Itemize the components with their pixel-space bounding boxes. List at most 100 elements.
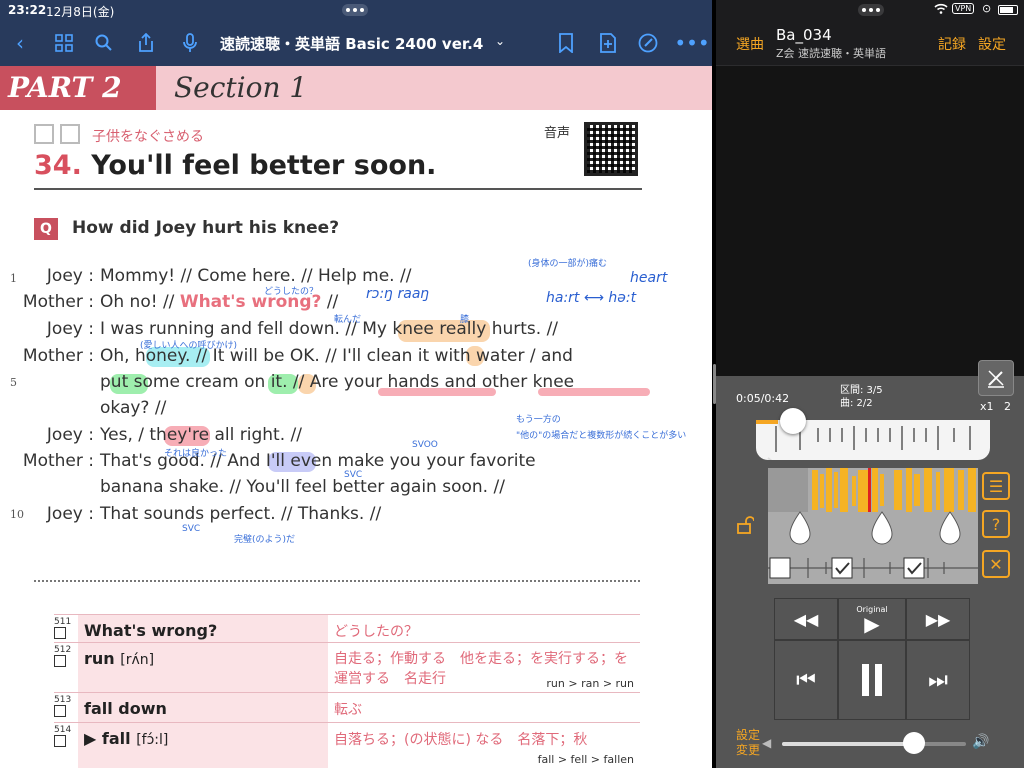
multitask-dots[interactable] xyxy=(858,4,884,16)
wifi-icon xyxy=(934,3,948,17)
ebook-pane: 23:22 12月8日(金) ‹ 速読速聴・英単語 Basic 2400 ver… xyxy=(0,0,712,768)
line-text: // xyxy=(321,292,339,312)
speaker: Joey : xyxy=(46,266,94,286)
vocab-word-text: What's wrong? xyxy=(84,621,218,640)
volume-high-icon: 🔊 xyxy=(972,734,990,750)
status-bar: 23:22 12月8日(金) xyxy=(0,0,712,20)
track-name: Ba_034 xyxy=(776,26,832,44)
vocab-word-text: run xyxy=(84,649,115,668)
close-icon[interactable]: ✕ xyxy=(982,550,1010,578)
vocab-row: 513 fall down 転ぶ xyxy=(54,692,640,722)
document-title[interactable]: 速読速聴・英単語 Basic 2400 ver.4 xyxy=(220,33,483,54)
annotation: 完璧(のよう)だ xyxy=(234,535,296,545)
line-text: Oh no! // xyxy=(100,292,180,312)
check-box[interactable] xyxy=(60,124,80,144)
line-text: Yes, / they're all right. // xyxy=(100,425,302,445)
check-box[interactable] xyxy=(34,124,54,144)
transport-controls: ◀◀ Original ▶ ▶▶ ⏮ ⏭ xyxy=(774,598,970,720)
title-rule xyxy=(34,188,642,190)
previous-track-icon[interactable]: ⏮ xyxy=(774,640,838,720)
playback-time: 0:05/0:42 xyxy=(736,392,790,405)
status-date: 12月8日(金) xyxy=(46,5,115,19)
unlock-icon[interactable] xyxy=(736,516,755,539)
lyrics-area xyxy=(716,66,1024,376)
annotation: もう一方の xyxy=(516,415,561,425)
volume-slider[interactable] xyxy=(782,742,966,746)
multitask-dots[interactable] xyxy=(342,4,368,16)
lesson-subtitle: 子供をなぐさめる xyxy=(92,129,204,145)
song-count: 曲: 2/2 xyxy=(840,398,873,409)
handwritten-note: rɔ:ŋ raaŋ xyxy=(366,286,430,302)
voice-icon[interactable] xyxy=(178,31,202,55)
next-track-icon[interactable]: ⏭ xyxy=(906,640,970,720)
pause-icon[interactable] xyxy=(838,640,906,720)
vocab-number: 514 xyxy=(54,725,72,735)
check-box[interactable] xyxy=(54,705,66,717)
play-icon: ▶ xyxy=(864,611,880,636)
vocab-number: 513 xyxy=(54,695,72,705)
vocab-word-text: ▶ fall xyxy=(84,729,131,748)
check-box[interactable] xyxy=(54,735,66,747)
vocab-word: run [rʌ́n] xyxy=(84,649,154,668)
dialogue-line: Mother : Oh, honey. // It will be OK. // … xyxy=(0,346,573,366)
list-menu-icon[interactable]: ☰ xyxy=(982,472,1010,500)
dialogue-line: Joey : I was running and fell down. // My… xyxy=(0,319,558,339)
question-badge: Q xyxy=(34,218,58,240)
back-icon[interactable]: ‹ xyxy=(8,31,32,55)
question-text: How did Joey hurt his knee? xyxy=(72,218,340,238)
section-count: 区間: 3/5 xyxy=(840,385,883,396)
vocab-meaning: どうしたの？ xyxy=(334,624,418,640)
edit-icon[interactable] xyxy=(978,360,1014,396)
volume-knob[interactable] xyxy=(903,732,926,754)
part-header: PART 2 Section 1 xyxy=(0,66,712,110)
position-knob[interactable] xyxy=(780,408,806,434)
status-bar: VPN ⊙ xyxy=(716,0,1024,20)
select-track-button[interactable]: 選曲 xyxy=(736,34,764,54)
original-play-button[interactable]: Original ▶ xyxy=(838,598,906,640)
dialogue-line: okay? // xyxy=(0,398,166,418)
vocab-word-text: fall down xyxy=(84,699,167,718)
speaker: Joey : xyxy=(46,425,94,445)
player-header: 選曲 Ba_034 Z会 速読速聴・英単語 記録 設定 xyxy=(716,20,1024,66)
setting-change-button[interactable]: 設定 変更 xyxy=(736,728,760,758)
line-text: banana shake. // You'll feel better agai… xyxy=(100,477,505,497)
vocab-row: 514 ▶ fall [fɔ́:l] 自落ちる；(の状態に) なる 名落下；秋 … xyxy=(54,722,640,768)
waveform-view[interactable] xyxy=(768,468,978,584)
annotation: 膝 xyxy=(460,315,470,325)
vocab-number: 512 xyxy=(54,645,72,655)
bookmark-icon[interactable] xyxy=(554,31,578,55)
part-label: PART 2 xyxy=(0,66,156,110)
speaker: Joey : xyxy=(46,504,94,524)
annotation: "他の"の場合だと複数形が続くことが多い xyxy=(516,431,687,441)
annotation: SVC xyxy=(344,470,363,480)
record-button[interactable]: 記録 xyxy=(938,34,966,54)
line-text: I was running and fell down. // My knee … xyxy=(100,319,559,339)
lesson-title: 34. You'll feel better soon. xyxy=(34,150,436,181)
dialogue-line: Mother : That's good. // And I'll even ma… xyxy=(0,451,536,471)
speed-indicator[interactable]: x1 2 xyxy=(980,400,1011,413)
search-icon[interactable] xyxy=(92,31,116,55)
dialogue-line: put some cream on it. // Are your hands … xyxy=(0,372,574,392)
annotation: (身体の一部が)痛む xyxy=(528,259,608,269)
lesson-number: 34. xyxy=(34,150,82,181)
check-box[interactable] xyxy=(54,655,66,667)
chevron-down-icon[interactable]: ⌄ xyxy=(495,34,505,48)
line-text: That sounds perfect. // Thanks. // xyxy=(100,504,382,524)
markup-icon[interactable] xyxy=(636,31,660,55)
check-box[interactable] xyxy=(54,627,66,639)
vocab-number: 511 xyxy=(54,617,72,627)
thumbnails-icon[interactable] xyxy=(52,31,76,55)
rewind-icon[interactable]: ◀◀ xyxy=(774,598,838,640)
help-icon[interactable]: ? xyxy=(982,510,1010,538)
add-page-icon[interactable] xyxy=(596,31,620,55)
more-icon[interactable]: ••• xyxy=(674,31,709,55)
share-icon[interactable] xyxy=(134,31,158,55)
fast-forward-icon[interactable]: ▶▶ xyxy=(906,598,970,640)
vocab-meaning: 自落ちる；(の状態に) なる 名落下；秋 xyxy=(334,732,588,748)
reader-toolbar: ‹ 速読速聴・英単語 Basic 2400 ver.4 ⌄ ••• xyxy=(0,20,712,66)
line-text: Mommy! // Come here. // Help me. // xyxy=(100,266,412,286)
settings-button[interactable]: 設定 xyxy=(978,34,1006,54)
annotation: (愛しい人への呼びかけ) xyxy=(140,341,238,351)
vocab-row: 511 What's wrong? どうしたの？ xyxy=(54,614,640,642)
volume-low-icon: ◀ xyxy=(762,736,772,750)
